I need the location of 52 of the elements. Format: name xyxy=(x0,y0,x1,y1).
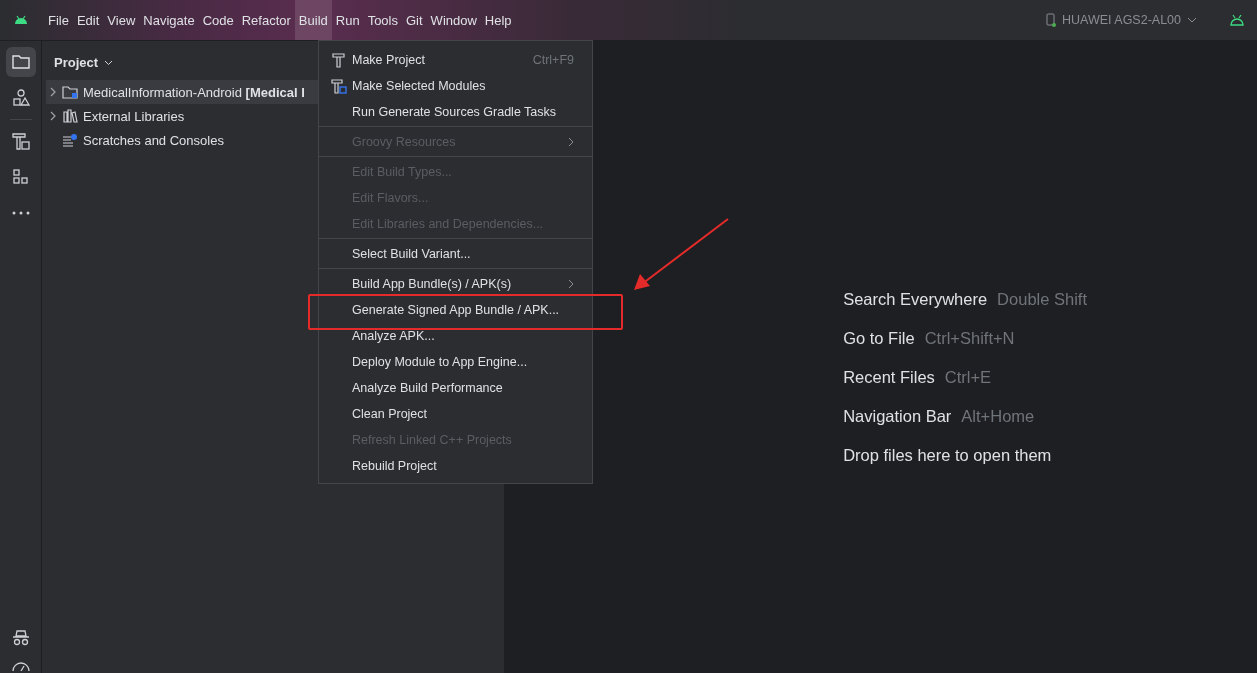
android-icon[interactable] xyxy=(14,15,28,25)
hint-action: Navigation Bar xyxy=(843,406,952,426)
menu-item[interactable]: Refactor xyxy=(237,0,295,40)
menu-item[interactable]: Select Build Variant... xyxy=(319,241,592,267)
tree-item[interactable]: External Libraries xyxy=(46,104,320,128)
menu-item[interactable]: Help xyxy=(480,0,516,40)
hint-action: Go to File xyxy=(843,328,915,348)
hint-shortcut: Ctrl+E xyxy=(944,367,992,387)
menu-item[interactable]: Git xyxy=(402,0,427,40)
menu-item[interactable]: Generate Signed App Bundle / APK... xyxy=(319,297,592,323)
menu-item[interactable]: Build xyxy=(294,0,332,40)
menu-item[interactable]: Analyze Build Performance xyxy=(319,375,592,401)
menu-item[interactable]: Build App Bundle(s) / APK(s) xyxy=(319,271,592,297)
chevron-down-icon xyxy=(104,59,114,66)
device-selector[interactable]: HUAWEI AGS2-AL00 xyxy=(1045,13,1197,27)
chevron-down-icon xyxy=(1187,17,1197,23)
panel-title[interactable]: Project xyxy=(46,41,122,80)
chevron-right-icon[interactable] xyxy=(50,111,57,121)
hint-shortcut: Double Shift xyxy=(997,289,1087,309)
menu-item[interactable]: Make Selected Modules xyxy=(319,73,592,99)
folder-icon[interactable] xyxy=(5,47,36,77)
hint-shortcut: Alt+Home xyxy=(961,406,1035,426)
menu-item[interactable]: Edit xyxy=(72,0,104,40)
hint-action: Drop files here to open them xyxy=(843,445,1052,465)
hint-action: Recent Files xyxy=(843,367,935,387)
menu-item[interactable]: Navigate xyxy=(139,0,199,40)
chevron-right-icon xyxy=(568,137,574,147)
hint-shortcut: Ctrl+Shift+N xyxy=(924,328,1015,348)
menu-item[interactable]: File xyxy=(44,0,73,40)
menu-item[interactable]: Window xyxy=(426,0,481,40)
folder-icon xyxy=(62,85,78,99)
phone-icon xyxy=(1045,13,1056,27)
list-icon xyxy=(62,133,78,147)
library-icon xyxy=(62,109,78,123)
menu-item[interactable]: Clean Project xyxy=(319,401,592,427)
hint-action: Search Everywhere xyxy=(843,289,988,309)
menu-item[interactable]: Code xyxy=(198,0,238,40)
hammer-icon xyxy=(331,78,347,94)
android-icon[interactable] xyxy=(1229,14,1245,26)
chevron-right-icon[interactable] xyxy=(50,87,57,97)
chevron-right-icon xyxy=(568,279,574,289)
tree-item[interactable]: Scratches and Consoles xyxy=(46,128,320,152)
menu-item[interactable]: Run Generate Sources Gradle Tasks xyxy=(319,99,592,125)
menu-item[interactable]: View xyxy=(103,0,140,40)
menu-item[interactable]: Deploy Module to App Engine... xyxy=(319,349,592,375)
tree-item[interactable]: MedicalInformation-Android [Medical I xyxy=(46,80,320,104)
menu-item[interactable]: Tools xyxy=(363,0,402,40)
menu-item[interactable]: Analyze APK... xyxy=(319,323,592,349)
menu-item[interactable]: Make Project Ctrl+F9 xyxy=(319,47,592,73)
menu-item[interactable]: Rebuild Project xyxy=(319,453,592,479)
hammer-icon xyxy=(331,52,347,68)
menu-item[interactable]: Run xyxy=(331,0,364,40)
